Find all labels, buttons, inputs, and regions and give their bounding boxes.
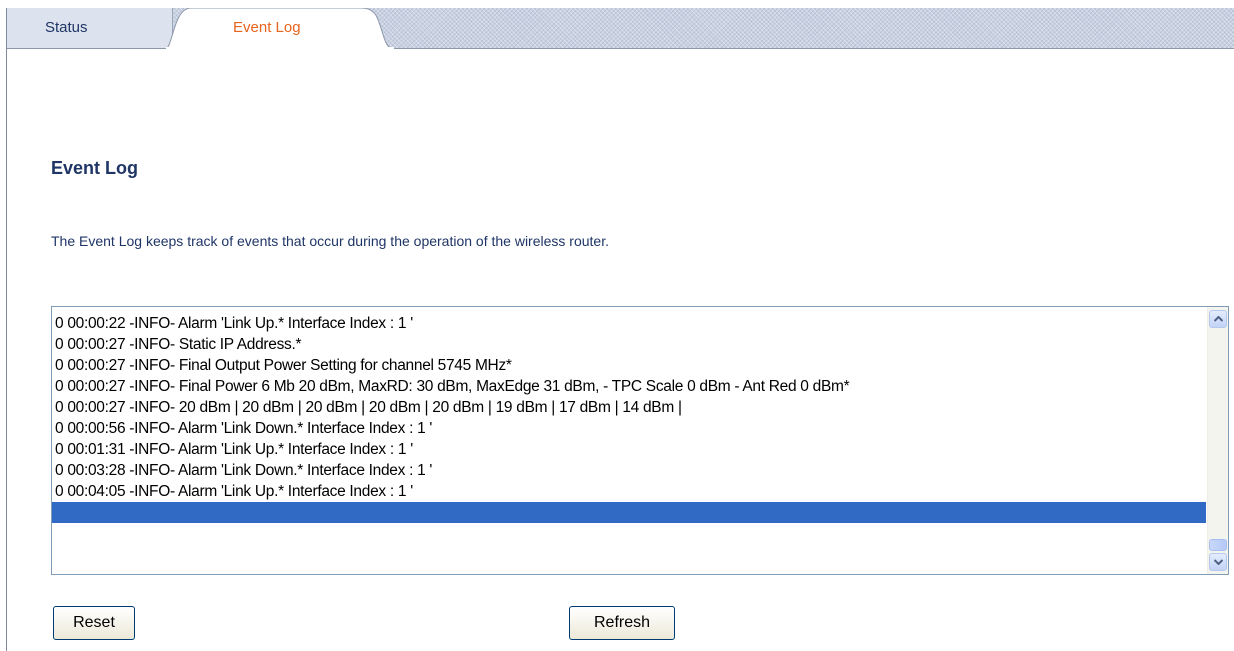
tab-strip: Status Event Log bbox=[7, 8, 1234, 49]
log-entry[interactable]: 0 00:00:56 -INFO- Alarm 'Link Down.* Int… bbox=[52, 418, 1206, 439]
log-entry[interactable]: 0 00:00:27 -INFO- Final Output Power Set… bbox=[52, 355, 1206, 376]
tab-status-label: Status bbox=[45, 19, 88, 36]
tab-event-log-label: Event Log bbox=[233, 19, 301, 36]
refresh-button[interactable]: Refresh bbox=[569, 606, 675, 640]
vertical-scrollbar[interactable] bbox=[1207, 307, 1228, 574]
log-entry[interactable]: 0 00:00:22 -INFO- Alarm 'Link Up.* Inter… bbox=[52, 313, 1206, 334]
log-entry[interactable]: 0 00:00:27 -INFO- 20 dBm | 20 dBm | 20 d… bbox=[52, 397, 1206, 418]
chevron-down-icon bbox=[1214, 559, 1223, 565]
log-entry[interactable]: 0 00:01:31 -INFO- Alarm 'Link Up.* Inter… bbox=[52, 439, 1206, 460]
scroll-up-button[interactable] bbox=[1209, 310, 1227, 328]
log-entry[interactable]: 0 00:03:28 -INFO- Alarm 'Link Down.* Int… bbox=[52, 460, 1206, 481]
log-entry-selected[interactable] bbox=[52, 502, 1206, 523]
log-entry[interactable]: 0 00:00:27 -INFO- Static IP Address.* bbox=[52, 334, 1206, 355]
event-log-listbox[interactable]: 0 00:00:22 -INFO- Alarm 'Link Up.* Inter… bbox=[51, 306, 1229, 575]
scroll-down-button[interactable] bbox=[1209, 553, 1227, 571]
log-entry[interactable]: 0 00:04:05 -INFO- Alarm 'Link Up.* Inter… bbox=[52, 481, 1206, 502]
event-log-list: 0 00:00:22 -INFO- Alarm 'Link Up.* Inter… bbox=[52, 307, 1206, 574]
page-description: The Event Log keeps track of events that… bbox=[51, 233, 609, 249]
page-frame: Status Event Log Event Log The Event Log… bbox=[6, 8, 1234, 651]
chevron-up-icon bbox=[1214, 316, 1223, 322]
tab-event-log[interactable]: Event Log bbox=[165, 8, 395, 49]
log-entry[interactable]: 0 00:00:27 -INFO- Final Power 6 Mb 20 dB… bbox=[52, 376, 1206, 397]
tab-status[interactable]: Status bbox=[7, 8, 173, 48]
reset-button[interactable]: Reset bbox=[53, 606, 135, 640]
scrollbar-thumb[interactable] bbox=[1209, 539, 1227, 551]
page-title: Event Log bbox=[51, 158, 139, 178]
